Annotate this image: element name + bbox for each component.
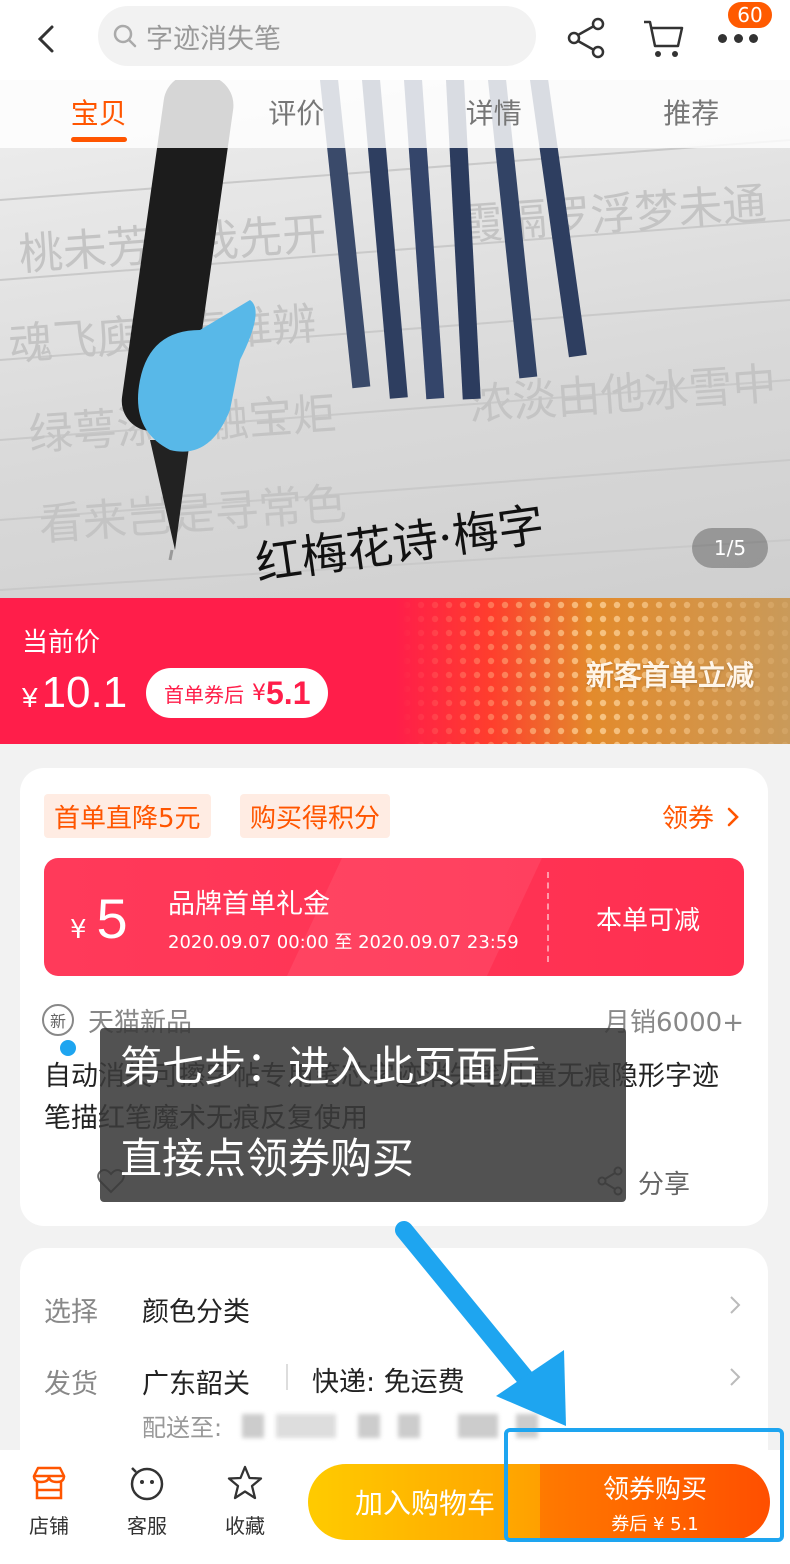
price-banner: 当前价 ¥10.1 首单券后 ¥ 5.1 新客首单立减	[0, 598, 790, 744]
gift-coupon[interactable]: ¥5 品牌首单礼金 2020.09.07 00:00 至 2020.09.07 …	[44, 858, 744, 976]
gift-amount: ¥5	[70, 887, 128, 950]
store-button[interactable]: 店铺	[14, 1464, 84, 1539]
chevron-left-icon	[37, 25, 54, 53]
notification-badge: 60	[726, 0, 774, 30]
tooltip-line2: 直接点领券购买	[120, 1134, 415, 1183]
store-icon	[32, 1466, 66, 1500]
tooltip-anchor-dot	[60, 1040, 76, 1056]
chat-icon	[130, 1467, 164, 1501]
pointer-arrow-icon	[395, 1221, 566, 1426]
favorite-button[interactable]: 收藏	[210, 1464, 280, 1539]
chevron-right-icon[interactable]	[724, 1294, 746, 1316]
price-label: 当前价	[22, 628, 101, 658]
gift-applicable: 本单可减	[596, 906, 701, 936]
new-badge-icon: 新	[42, 1004, 74, 1036]
tab-recommend[interactable]: 推荐	[593, 80, 790, 148]
ship-label: 发货	[44, 1369, 98, 1400]
ship-from: 广东韶关	[142, 1369, 250, 1400]
share-icon[interactable]	[564, 16, 608, 60]
tooltip-line1: 第七步：进入此页面后	[120, 1042, 541, 1091]
search-input[interactable]: 字迹消失笔	[146, 17, 281, 56]
cart-icon[interactable]	[640, 14, 686, 60]
section-tabs: 宝贝 评价 详情 推荐	[0, 80, 790, 148]
search-bar[interactable]: 字迹消失笔	[98, 6, 536, 66]
select-value[interactable]: 颜色分类	[142, 1290, 250, 1329]
back-button[interactable]	[22, 14, 72, 64]
share-label[interactable]: 分享	[638, 1164, 690, 1201]
select-label: 选择	[44, 1297, 98, 1328]
highlight-box	[504, 1428, 784, 1542]
top-bar: 字迹消失笔 60	[0, 0, 790, 80]
star-icon	[227, 1465, 263, 1500]
tab-product[interactable]: 宝贝	[0, 80, 198, 148]
promo-text: 新客首单立减	[585, 659, 754, 692]
get-coupon-link[interactable]: 领券	[662, 798, 744, 835]
tab-reviews[interactable]: 评价	[198, 80, 396, 148]
deliver-to-label: 配送至:	[142, 1414, 223, 1442]
chevron-right-icon	[727, 807, 739, 826]
customer-service-button[interactable]: 客服	[112, 1464, 182, 1539]
chevron-right-icon[interactable]	[724, 1366, 746, 1388]
gift-title: 品牌首单礼金	[168, 889, 330, 920]
tab-details[interactable]: 详情	[395, 80, 593, 148]
promo-tag: 首单直降5元	[44, 794, 211, 838]
product-image[interactable]: 桃未芳菲我先开 魂飞庾岭春难辨 绿萼添妆融宝炬 看来岂是寻常色 霞隔罗浮梦未通 …	[0, 80, 790, 598]
gift-validity: 2020.09.07 00:00 至 2020.09.07 23:59	[168, 932, 519, 953]
current-price: ¥10.1	[22, 668, 128, 717]
coupon-price-pill: 首单券后 ¥ 5.1	[146, 668, 329, 718]
product-photo: 桃未芳菲我先开 魂飞庾岭春难辨 绿萼添妆融宝炬 看来岂是寻常色 霞隔罗浮梦未通 …	[0, 80, 790, 591]
points-tag: 购买得积分	[240, 794, 391, 838]
search-icon	[113, 24, 137, 48]
image-counter: 1/5	[692, 528, 768, 568]
svg-text:浓淡由他冰雪中: 浓淡由他冰雪中	[467, 359, 778, 431]
instruction-tooltip: 第七步：进入此页面后 直接点领券购买	[100, 1028, 626, 1202]
